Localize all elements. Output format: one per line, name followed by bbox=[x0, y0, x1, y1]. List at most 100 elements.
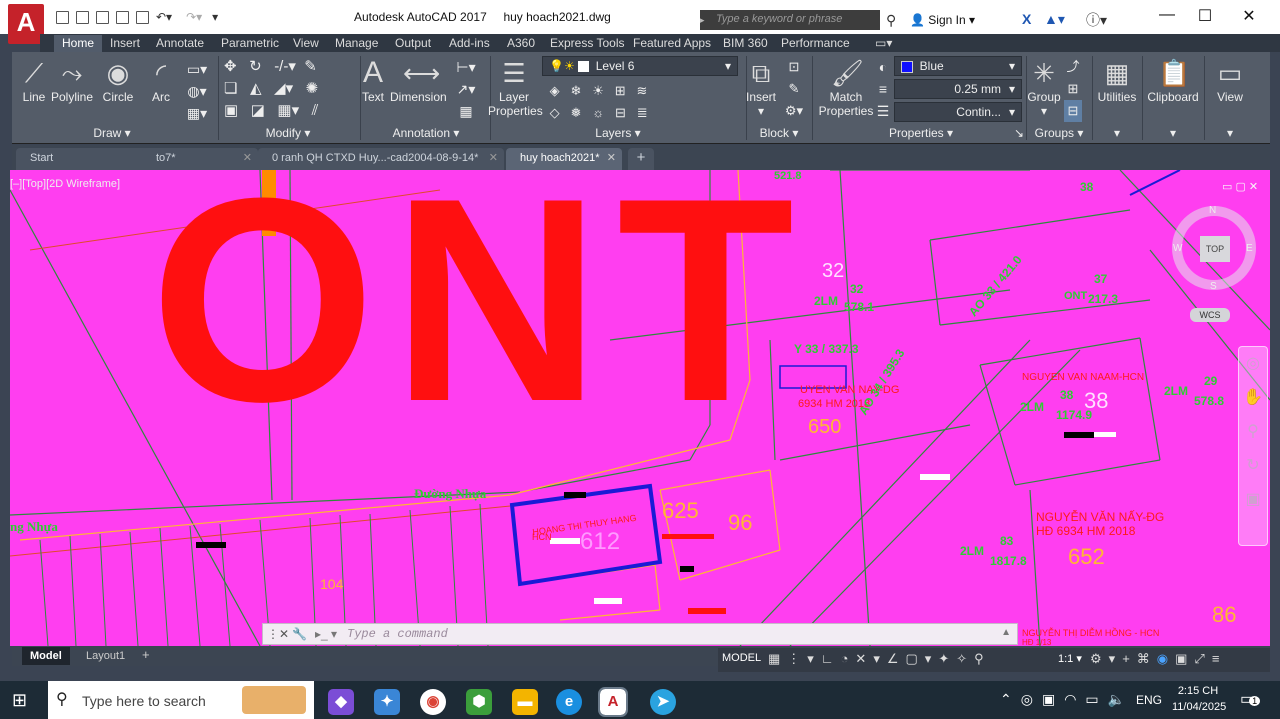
tab-a360[interactable]: A360 bbox=[499, 35, 543, 52]
clipboard-button[interactable]: 📋 Clipboard bbox=[1144, 58, 1202, 104]
isolate-icon[interactable]: ◉ bbox=[1157, 651, 1175, 666]
move-icon[interactable]: ✥ bbox=[224, 58, 237, 75]
system-tray[interactable]: ⌃◎▣◠▭🔈 bbox=[1000, 691, 1134, 708]
a360-icon[interactable]: ▲▾ bbox=[1044, 11, 1065, 28]
tab-annotate[interactable]: Annotate bbox=[148, 35, 212, 52]
annotation-scale-dropdown[interactable]: 1:1 ▾ bbox=[1058, 652, 1082, 665]
fullscreen-icon[interactable]: ⤢ bbox=[1194, 651, 1211, 666]
tab-insert[interactable]: Insert bbox=[102, 35, 148, 52]
tab-output[interactable]: Output bbox=[387, 35, 439, 52]
panel-groups[interactable]: Groups ▾ bbox=[1026, 126, 1092, 142]
show-hidden-icon[interactable]: ⌃ bbox=[1000, 691, 1021, 707]
chrome-icon[interactable]: ◉ bbox=[420, 689, 446, 715]
layer-isolate-icon[interactable]: ◈ bbox=[550, 83, 560, 98]
polyline-button[interactable]: ⤳ Polyline bbox=[50, 58, 94, 104]
plus-icon[interactable]: + bbox=[1122, 651, 1137, 666]
new-file-icon[interactable] bbox=[56, 11, 69, 25]
layout1-tab[interactable]: Layout1 bbox=[78, 647, 133, 665]
draw-small-tools[interactable]: ▭▾ ◍▾ ▦▾ bbox=[182, 58, 212, 124]
viewcube-west[interactable]: W bbox=[1173, 243, 1182, 254]
status-right-tools[interactable]: ⚙▾+⌘◉▣⤢≡ bbox=[1090, 651, 1226, 667]
panel-draw[interactable]: Draw ▾ bbox=[12, 126, 212, 142]
edge-icon[interactable]: e bbox=[556, 689, 582, 715]
explode-icon[interactable]: ✺ bbox=[306, 80, 319, 97]
file-explorer-icon[interactable]: ▬ bbox=[512, 689, 538, 715]
viewcube-south[interactable]: S bbox=[1210, 281, 1217, 292]
gradient-icon[interactable]: ▦▾ bbox=[182, 102, 212, 124]
command-history-icon[interactable]: ▲ bbox=[1001, 627, 1011, 638]
match-properties-button[interactable]: 🖌 Match Properties bbox=[816, 58, 876, 118]
offset-icon[interactable]: ⫽ bbox=[312, 102, 319, 119]
units-icon[interactable]: ⌘ bbox=[1137, 651, 1157, 666]
customize-icon[interactable]: ≡ bbox=[1212, 651, 1227, 666]
properties-small-icons[interactable]: ◐ ≡ ☰ bbox=[874, 56, 892, 122]
grid-icon[interactable]: ▦ bbox=[768, 651, 787, 666]
otrack-icon[interactable]: ∠ bbox=[887, 651, 906, 666]
layer-walk-icon[interactable]: ≣ bbox=[637, 105, 648, 120]
layer-off-icon[interactable]: ☀ bbox=[592, 83, 604, 98]
leader-icon[interactable]: ↗▾ bbox=[450, 78, 482, 100]
network-icon[interactable]: ◠ bbox=[1064, 691, 1085, 707]
linetype-icon[interactable]: ☰ bbox=[874, 100, 892, 122]
camera-icon[interactable]: ▣ bbox=[1042, 691, 1064, 707]
group-edit-icon[interactable]: ⊞ bbox=[1064, 78, 1082, 100]
viewcube-north[interactable]: N bbox=[1209, 205, 1216, 216]
lineweight-icon[interactable]: ≡ bbox=[874, 78, 892, 100]
exchange-icon[interactable]: X bbox=[1022, 11, 1031, 27]
orbit-icon[interactable]: ↻ bbox=[1239, 449, 1267, 483]
groups-small-tools[interactable]: ⤴ ⊞ ⊟ bbox=[1064, 56, 1082, 122]
sign-in-button[interactable]: 👤 Sign In ▾ bbox=[910, 13, 975, 27]
navigation-bar[interactable]: ◎ ✋ ⚲ ↻ ▣ bbox=[1238, 346, 1268, 546]
undo-icon[interactable]: ↶▾ bbox=[156, 10, 172, 24]
layer-lock-icon[interactable]: ⊞ bbox=[615, 83, 626, 98]
maximize-button[interactable]: ☐ bbox=[1190, 6, 1220, 26]
tab-featured-apps[interactable]: Featured Apps bbox=[625, 35, 719, 52]
zoom-icon[interactable]: ⚲ bbox=[1239, 415, 1267, 449]
block-attribute-icon[interactable]: ⚙▾ bbox=[782, 100, 806, 122]
customize-qat-icon[interactable]: ▾ bbox=[212, 10, 218, 24]
view-button[interactable]: ▭ View bbox=[1208, 58, 1252, 104]
windows-start-icon[interactable]: ⊞ bbox=[12, 690, 27, 711]
tab-performance[interactable]: Performance bbox=[773, 35, 858, 52]
group-select-icon[interactable]: ⊟ bbox=[1064, 100, 1082, 122]
save-icon[interactable] bbox=[96, 11, 109, 25]
annotation-scale-icon[interactable]: ✧ bbox=[956, 651, 974, 666]
polar-icon[interactable]: ◔ bbox=[841, 651, 856, 666]
language-indicator[interactable]: ENG bbox=[1136, 693, 1162, 707]
block-small-tools[interactable]: ⊡ ✎ ⚙▾ bbox=[782, 56, 806, 122]
close-tab-icon[interactable]: ✕ bbox=[607, 148, 616, 168]
viewport-controls-label[interactable]: [–][Top][2D Wireframe] bbox=[10, 178, 120, 190]
panel-annotation[interactable]: Annotation ▾ bbox=[362, 126, 490, 142]
erase-icon[interactable]: ✎ bbox=[304, 58, 317, 75]
color-wheel-icon[interactable]: ◐ bbox=[874, 56, 892, 78]
close-tab-icon[interactable]: ✕ bbox=[243, 148, 252, 168]
annotation-small-tools[interactable]: ⊢▾ ↗▾ ▦ bbox=[450, 56, 482, 122]
viewport-window-controls[interactable]: ▭ ▢ ✕ bbox=[1222, 180, 1258, 193]
volume-icon[interactable]: 🔈 bbox=[1108, 691, 1134, 707]
layer-unlock-icon[interactable]: ⊟ bbox=[615, 105, 626, 120]
model-tab[interactable]: Model bbox=[22, 647, 70, 665]
tab-add-ins[interactable]: Add-ins bbox=[441, 35, 498, 52]
line-button[interactable]: ⟋ Line bbox=[16, 58, 52, 104]
drawing-canvas[interactable]: [–][Top][2D Wireframe] ▭ ▢ ✕ ONT Đường N… bbox=[10, 170, 1270, 646]
ungroup-icon[interactable]: ⤴ bbox=[1064, 56, 1082, 78]
application-menu-button[interactable]: A bbox=[8, 4, 44, 44]
green-app-icon[interactable]: ⬢ bbox=[466, 689, 492, 715]
layer-match-icon[interactable]: ≋ bbox=[636, 83, 647, 98]
stretch-icon[interactable]: ▣ bbox=[224, 102, 238, 119]
layer-on-icon[interactable]: ☼ bbox=[592, 105, 604, 120]
clock[interactable]: 2:15 CH 11/04/2025 bbox=[1172, 685, 1226, 713]
panel-layers[interactable]: Layers ▾ bbox=[492, 126, 744, 142]
annotation-auto-icon[interactable]: ⚲ bbox=[974, 651, 991, 666]
lineweight-dropdown[interactable]: 0.25 mm ▾ bbox=[894, 79, 1022, 99]
autocad-taskbar-icon[interactable]: A bbox=[598, 687, 628, 717]
search-input[interactable]: Type a keyword or phrase bbox=[710, 10, 880, 30]
edit-block-icon[interactable]: ✎ bbox=[782, 78, 806, 100]
rotate-icon[interactable]: ↻ bbox=[249, 58, 262, 75]
taskbar-search-box[interactable]: ⚲ Type here to search bbox=[48, 681, 314, 719]
panel-modify[interactable]: Modify ▾ bbox=[218, 126, 358, 142]
layer-thaw-icon[interactable]: ❅ bbox=[570, 105, 581, 120]
fillet-icon[interactable]: ◢▾ bbox=[274, 80, 293, 97]
hatch-icon[interactable]: ◍▾ bbox=[182, 80, 212, 102]
model-space-button[interactable]: MODEL bbox=[722, 652, 761, 664]
